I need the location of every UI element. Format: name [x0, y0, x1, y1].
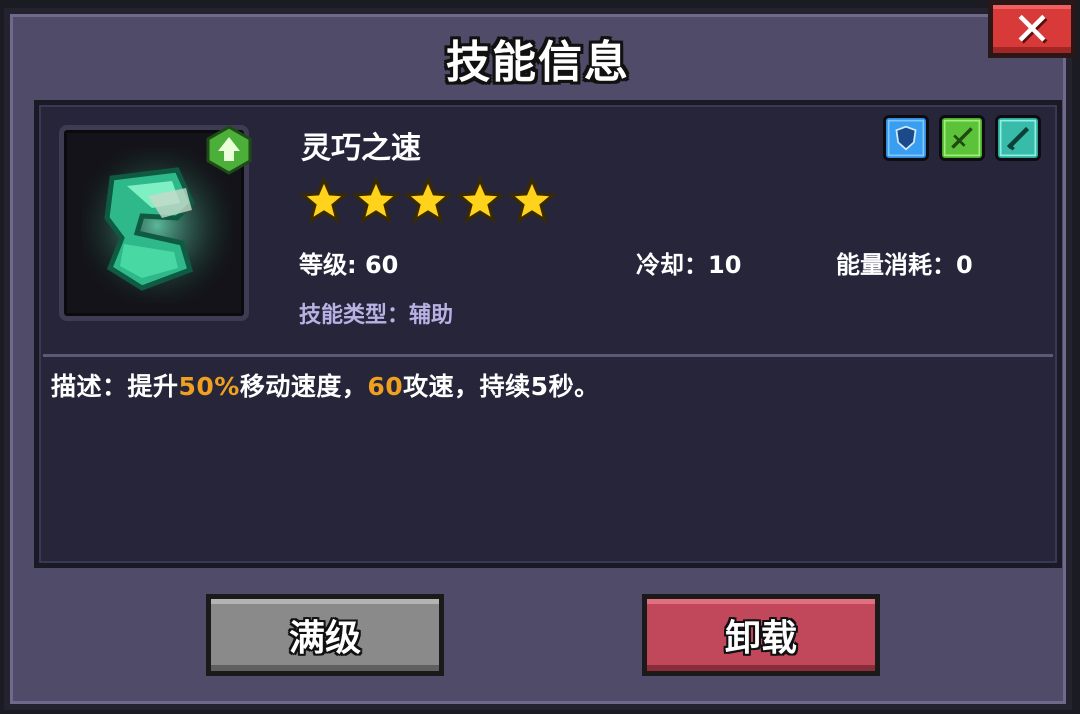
teal-sword-icon[interactable] [995, 115, 1041, 161]
description-prefix: 描述：提升 [51, 372, 179, 401]
skill-info-dialog: 技能信息 灵巧之速 等级: 60 冷却：10 能量消耗：0 技能类型：辅助 描述… [4, 8, 1072, 710]
description-value-speed: 50% [178, 372, 240, 401]
skill-energy-cost: 能量消耗：0 [836, 251, 973, 279]
shield-icon[interactable] [883, 115, 929, 161]
description-value-attack: 60 [367, 372, 404, 401]
skill-name: 灵巧之速 [301, 131, 421, 166]
unload-label: 卸载 [724, 618, 797, 659]
star-icon [353, 177, 399, 223]
star-icon [405, 177, 451, 223]
star-icon [301, 177, 347, 223]
close-icon: ✕ [1012, 2, 1052, 56]
skill-description: 描述：提升50%移动速度，60攻速，持续5秒。 [51, 367, 600, 403]
skill-detail-panel: 灵巧之速 等级: 60 冷却：10 能量消耗：0 技能类型：辅助 描述：提升50… [34, 100, 1062, 568]
skill-cooldown: 冷却：10 [636, 251, 742, 279]
max-level-button[interactable]: 满级 [206, 594, 444, 676]
max-level-label: 满级 [288, 618, 361, 659]
star-icon [509, 177, 555, 223]
star-rating [301, 177, 555, 223]
star-icon [457, 177, 503, 223]
dialog-title: 技能信息 [446, 37, 630, 88]
skill-level: 等级: 60 [299, 251, 399, 279]
description-mid: 移动速度， [239, 372, 368, 401]
upgrade-arrow-icon [206, 125, 252, 175]
skill-type: 技能类型：辅助 [299, 303, 454, 328]
close-button[interactable]: ✕ [988, 0, 1076, 58]
divider [43, 354, 1053, 357]
unload-button[interactable]: 卸载 [642, 594, 880, 676]
green-sword-icon[interactable] [939, 115, 985, 161]
description-suffix: 攻速，持续5秒。 [403, 372, 600, 401]
skill-type-icons [883, 115, 1041, 161]
